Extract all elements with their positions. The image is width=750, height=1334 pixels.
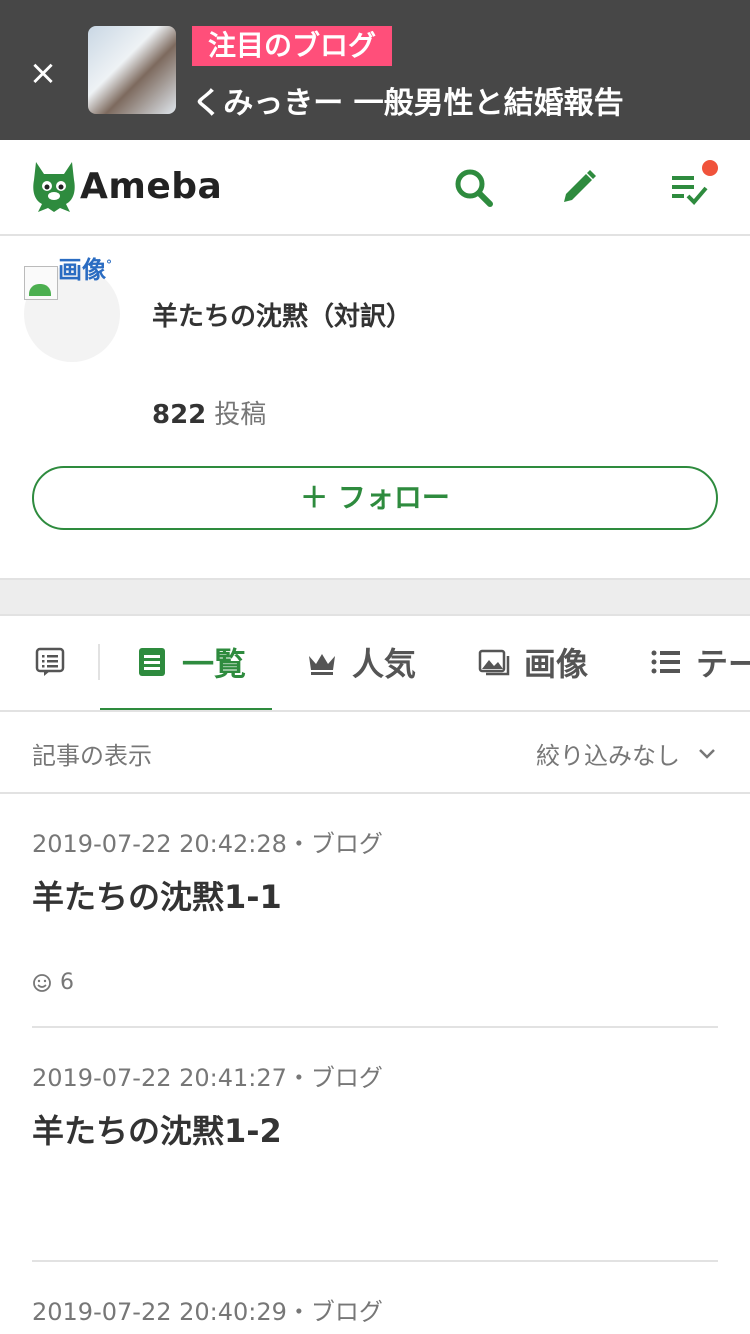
pencil-icon[interactable] [556, 166, 600, 210]
follow-button[interactable]: ＋ フォロー [32, 466, 718, 530]
smiley-icon [33, 973, 51, 992]
tab-bar: 一覧 人気 画像 テー [0, 614, 750, 712]
image-alt-text: 画像° [58, 256, 112, 284]
article-meta: 2019-07-22 20:42:28・ブログ [32, 830, 383, 858]
tab-feed[interactable] [34, 614, 80, 710]
post-count-label: 投稿 [214, 400, 267, 430]
article-item[interactable]: 2019-07-22 20:40:29・ブログ [32, 1262, 718, 1334]
comment-list-icon [35, 647, 65, 676]
tab-label: 画像 [524, 645, 589, 683]
tab-divider [98, 644, 100, 680]
notification-dot [702, 160, 718, 176]
tab-label: テー [696, 645, 750, 683]
tab-label: 人気 [352, 645, 417, 683]
tab-list[interactable]: 一覧 [99, 614, 273, 710]
document-list-icon [139, 648, 165, 676]
article-likes: 6 [32, 970, 74, 995]
app-header: Ameba [0, 140, 750, 236]
filter-row: 記事の表示 絞り込みなし [0, 712, 750, 794]
section-divider [0, 578, 750, 616]
filter-dropdown[interactable]: 絞り込みなし [536, 736, 720, 771]
search-icon[interactable] [452, 166, 496, 210]
promo-headline[interactable]: くみっきー 一般男性と結婚報告 [192, 78, 624, 122]
broken-image-icon [24, 266, 58, 300]
filter-selected-value: 絞り込みなし [536, 742, 680, 770]
article-item[interactable]: 2019-07-22 20:42:28・ブログ 羊たちの沈黙1-1 6 [32, 794, 718, 1028]
image-gallery-icon [478, 649, 510, 676]
tab-label: 一覧 [182, 645, 247, 683]
logo-text[interactable]: Ameba [80, 166, 222, 207]
blog-title[interactable]: 羊たちの沈黙（対訳） [152, 296, 412, 333]
bullet-list-icon [651, 650, 680, 674]
reader-list-icon[interactable] [668, 160, 718, 210]
like-count: 6 [60, 970, 74, 995]
crown-icon [309, 654, 335, 675]
ameba-logo-icon[interactable] [30, 160, 78, 214]
chevron-down-icon [699, 748, 715, 759]
article-title[interactable]: 羊たちの沈黙1-2 [32, 1106, 282, 1152]
article-title[interactable]: 羊たちの沈黙1-1 [32, 872, 282, 918]
tab-images[interactable]: 画像 [478, 614, 588, 710]
promo-thumbnail[interactable] [88, 26, 176, 114]
tab-themes[interactable]: テー [650, 614, 750, 710]
promo-badge: 注目のブログ [192, 26, 393, 66]
article-item[interactable]: 2019-07-22 20:41:27・ブログ 羊たちの沈黙1-2 [32, 1028, 718, 1262]
post-count: 822 投稿 [152, 394, 266, 431]
article-meta: 2019-07-22 20:40:29・ブログ [32, 1298, 383, 1326]
filter-label: 記事の表示 [32, 742, 152, 770]
article-meta: 2019-07-22 20:41:27・ブログ [32, 1064, 383, 1092]
post-count-number: 822 [152, 400, 207, 430]
close-icon[interactable]: × [28, 56, 58, 90]
tab-popular[interactable]: 人気 [306, 614, 416, 710]
promo-banner[interactable]: × 注目のブログ くみっきー 一般男性と結婚報告 [0, 0, 750, 140]
